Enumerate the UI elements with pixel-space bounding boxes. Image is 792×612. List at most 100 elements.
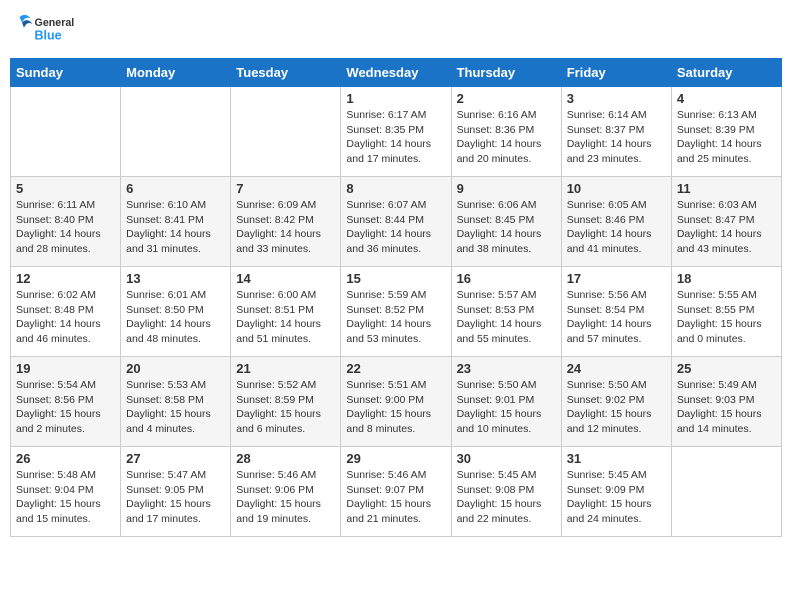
day-cell: 31 Sunrise: 5:45 AM Sunset: 9:09 PM Dayli…	[561, 447, 671, 537]
day-number: 2	[457, 91, 556, 106]
day-info: Sunrise: 6:00 AM Sunset: 8:51 PM Dayligh…	[236, 288, 335, 347]
day-info: Sunrise: 6:11 AM Sunset: 8:40 PM Dayligh…	[16, 198, 115, 257]
day-cell: 23Sunrise: 5:50 AM Sunset: 9:01 PM Dayli…	[451, 357, 561, 447]
day-number: 19	[16, 361, 115, 376]
day-cell	[11, 87, 121, 177]
day-info: Sunrise: 5:56 AM Sunset: 8:54 PM Dayligh…	[567, 288, 666, 347]
day-number: 27	[126, 451, 225, 466]
day-number: 4	[677, 91, 776, 106]
day-number: 24	[567, 361, 666, 376]
day-info: Sunrise: 5:45 AM Sunset: 9:08 PM Dayligh…	[457, 468, 556, 527]
day-cell: 7 Sunrise: 6:09 AM Sunset: 8:42 PM Daylig…	[231, 177, 341, 267]
day-cell: 11 Sunrise: 6:03 AM Sunset: 8:47 PM Dayli…	[671, 177, 781, 267]
column-header-thursday: Thursday	[451, 59, 561, 87]
week-row-4: 19 Sunrise: 5:54 AM Sunset: 8:56 PM Dayli…	[11, 357, 782, 447]
day-number: 7	[236, 181, 335, 196]
column-header-friday: Friday	[561, 59, 671, 87]
day-info: Sunrise: 5:45 AM Sunset: 9:09 PM Dayligh…	[567, 468, 666, 527]
day-number: 30	[457, 451, 556, 466]
day-info: Sunrise: 6:16 AM Sunset: 8:36 PM Dayligh…	[457, 108, 556, 167]
day-info: Sunrise: 6:14 AM Sunset: 8:37 PM Dayligh…	[567, 108, 666, 167]
day-number: 29	[346, 451, 445, 466]
day-number: 18	[677, 271, 776, 286]
day-cell: 30 Sunrise: 5:45 AM Sunset: 9:08 PM Dayli…	[451, 447, 561, 537]
day-number: 31	[567, 451, 666, 466]
day-cell: 15 Sunrise: 5:59 AM Sunset: 8:52 PM Dayli…	[341, 267, 451, 357]
day-number: 1	[346, 91, 445, 106]
day-cell: 13 Sunrise: 6:01 AM Sunset: 8:50 PM Dayli…	[121, 267, 231, 357]
day-number: 11	[677, 181, 776, 196]
day-number: 5	[16, 181, 115, 196]
day-cell: 22 Sunrise: 5:51 AM Sunset: 9:00 PM Dayli…	[341, 357, 451, 447]
week-row-5: 26 Sunrise: 5:48 AM Sunset: 9:04 PM Dayli…	[11, 447, 782, 537]
day-number: 26	[16, 451, 115, 466]
day-cell: 18Sunrise: 5:55 AM Sunset: 8:55 PM Dayli…	[671, 267, 781, 357]
column-header-monday: Monday	[121, 59, 231, 87]
day-number: 3	[567, 91, 666, 106]
day-cell: 5 Sunrise: 6:11 AM Sunset: 8:40 PM Daylig…	[11, 177, 121, 267]
day-info: Sunrise: 6:09 AM Sunset: 8:42 PM Dayligh…	[236, 198, 335, 257]
day-info: Sunrise: 5:46 AM Sunset: 9:06 PM Dayligh…	[236, 468, 335, 527]
day-number: 25	[677, 361, 776, 376]
day-cell	[231, 87, 341, 177]
day-cell: 25 Sunrise: 5:49 AM Sunset: 9:03 PM Dayli…	[671, 357, 781, 447]
day-info: Sunrise: 5:53 AM Sunset: 8:58 PM Dayligh…	[126, 378, 225, 437]
day-info: Sunrise: 6:13 AM Sunset: 8:39 PM Dayligh…	[677, 108, 776, 167]
day-number: 14	[236, 271, 335, 286]
day-cell: 8 Sunrise: 6:07 AM Sunset: 8:44 PM Daylig…	[341, 177, 451, 267]
day-info: Sunrise: 5:57 AM Sunset: 8:53 PM Dayligh…	[457, 288, 556, 347]
day-cell: 6Sunrise: 6:10 AM Sunset: 8:41 PM Daylig…	[121, 177, 231, 267]
day-number: 13	[126, 271, 225, 286]
day-cell: 14 Sunrise: 6:00 AM Sunset: 8:51 PM Dayli…	[231, 267, 341, 357]
column-header-saturday: Saturday	[671, 59, 781, 87]
day-cell	[671, 447, 781, 537]
day-cell: 16 Sunrise: 5:57 AM Sunset: 8:53 PM Dayli…	[451, 267, 561, 357]
day-cell: 29 Sunrise: 5:46 AM Sunset: 9:07 PM Dayli…	[341, 447, 451, 537]
day-number: 8	[346, 181, 445, 196]
column-header-tuesday: Tuesday	[231, 59, 341, 87]
day-cell: 21 Sunrise: 5:52 AM Sunset: 8:59 PM Dayli…	[231, 357, 341, 447]
day-cell: 12Sunrise: 6:02 AM Sunset: 8:48 PM Dayli…	[11, 267, 121, 357]
day-cell: 24Sunrise: 5:50 AM Sunset: 9:02 PM Dayli…	[561, 357, 671, 447]
day-cell: 2 Sunrise: 6:16 AM Sunset: 8:36 PM Daylig…	[451, 87, 561, 177]
week-row-1: 1 Sunrise: 6:17 AM Sunset: 8:35 PM Daylig…	[11, 87, 782, 177]
day-info: Sunrise: 5:49 AM Sunset: 9:03 PM Dayligh…	[677, 378, 776, 437]
day-info: Sunrise: 6:01 AM Sunset: 8:50 PM Dayligh…	[126, 288, 225, 347]
day-info: Sunrise: 6:17 AM Sunset: 8:35 PM Dayligh…	[346, 108, 445, 167]
calendar-table: SundayMondayTuesdayWednesdayThursdayFrid…	[10, 58, 782, 537]
day-cell	[121, 87, 231, 177]
day-cell: 9Sunrise: 6:06 AM Sunset: 8:45 PM Daylig…	[451, 177, 561, 267]
day-info: Sunrise: 6:03 AM Sunset: 8:47 PM Dayligh…	[677, 198, 776, 257]
page-header: General Blue	[10, 10, 782, 50]
day-number: 23	[457, 361, 556, 376]
day-info: Sunrise: 5:54 AM Sunset: 8:56 PM Dayligh…	[16, 378, 115, 437]
svg-text:Blue: Blue	[35, 28, 62, 42]
day-info: Sunrise: 5:51 AM Sunset: 9:00 PM Dayligh…	[346, 378, 445, 437]
day-info: Sunrise: 5:48 AM Sunset: 9:04 PM Dayligh…	[16, 468, 115, 527]
day-info: Sunrise: 5:52 AM Sunset: 8:59 PM Dayligh…	[236, 378, 335, 437]
day-cell: 3 Sunrise: 6:14 AM Sunset: 8:37 PM Daylig…	[561, 87, 671, 177]
day-number: 10	[567, 181, 666, 196]
logo: General Blue	[15, 10, 95, 50]
day-info: Sunrise: 5:59 AM Sunset: 8:52 PM Dayligh…	[346, 288, 445, 347]
day-cell: 20 Sunrise: 5:53 AM Sunset: 8:58 PM Dayli…	[121, 357, 231, 447]
day-number: 20	[126, 361, 225, 376]
day-info: Sunrise: 5:46 AM Sunset: 9:07 PM Dayligh…	[346, 468, 445, 527]
day-number: 16	[457, 271, 556, 286]
day-number: 15	[346, 271, 445, 286]
day-number: 17	[567, 271, 666, 286]
day-info: Sunrise: 6:05 AM Sunset: 8:46 PM Dayligh…	[567, 198, 666, 257]
day-number: 21	[236, 361, 335, 376]
day-info: Sunrise: 6:07 AM Sunset: 8:44 PM Dayligh…	[346, 198, 445, 257]
day-number: 22	[346, 361, 445, 376]
week-row-3: 12Sunrise: 6:02 AM Sunset: 8:48 PM Dayli…	[11, 267, 782, 357]
day-cell: 26 Sunrise: 5:48 AM Sunset: 9:04 PM Dayli…	[11, 447, 121, 537]
week-row-2: 5 Sunrise: 6:11 AM Sunset: 8:40 PM Daylig…	[11, 177, 782, 267]
day-info: Sunrise: 5:47 AM Sunset: 9:05 PM Dayligh…	[126, 468, 225, 527]
day-cell: 19 Sunrise: 5:54 AM Sunset: 8:56 PM Dayli…	[11, 357, 121, 447]
day-cell: 1 Sunrise: 6:17 AM Sunset: 8:35 PM Daylig…	[341, 87, 451, 177]
day-info: Sunrise: 6:10 AM Sunset: 8:41 PM Dayligh…	[126, 198, 225, 257]
day-cell: 28Sunrise: 5:46 AM Sunset: 9:06 PM Dayli…	[231, 447, 341, 537]
day-cell: 10 Sunrise: 6:05 AM Sunset: 8:46 PM Dayli…	[561, 177, 671, 267]
day-cell: 4 Sunrise: 6:13 AM Sunset: 8:39 PM Daylig…	[671, 87, 781, 177]
